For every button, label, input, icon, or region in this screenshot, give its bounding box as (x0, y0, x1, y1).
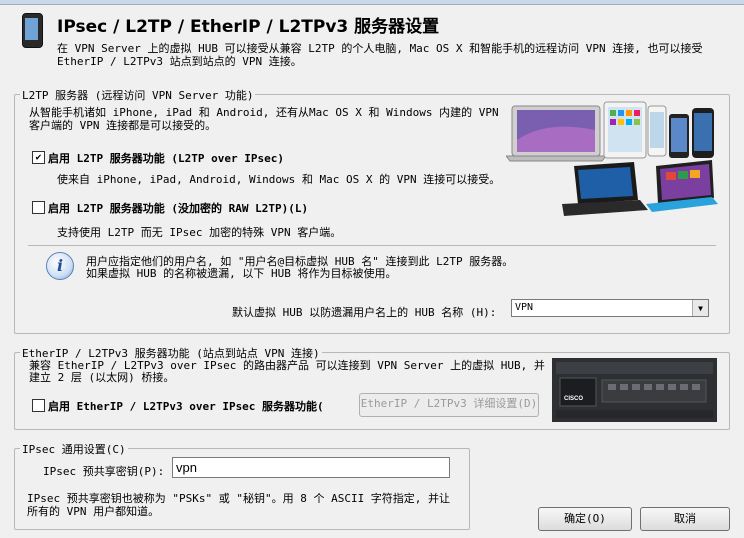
default-hub-value: VPN (515, 302, 534, 313)
window-title-bar (0, 0, 744, 5)
etherip-enable-label[interactable]: 启用 EtherIP / L2TPv3 over IPsec 服务器功能( (48, 398, 324, 414)
psk-label: IPsec 预共享密钥(P): (43, 465, 165, 478)
ok-button[interactable]: 确定(O) (538, 507, 632, 531)
l2tp-ipsec-label[interactable]: 启用 L2TP 服务器功能 (L2TP over IPsec) (48, 150, 284, 166)
info-icon: i (46, 252, 74, 280)
l2tp-raw-checkbox[interactable] (32, 201, 45, 214)
page-description: 在 VPN Server 上的虚拟 HUB 可以接受从兼容 L2TP 的个人电脑… (57, 42, 703, 68)
phone-screen (25, 18, 38, 40)
router-illustration (552, 358, 717, 422)
router-image: CISCO (552, 358, 717, 422)
l2tp-ipsec-description: 使来自 iPhone, iPad, Android, Windows 和 Mac… (57, 173, 501, 186)
l2tp-intro-text: 从智能手机诸如 iPhone, iPad 和 Android, 还有从Mac O… (29, 106, 499, 132)
l2tp-ipsec-checkbox[interactable]: ✔ (32, 151, 45, 164)
ipsec-group-label: IPsec 通用设置(C) (20, 441, 128, 457)
etherip-intro-text: 兼容 EtherIP / L2TPv3 over IPsec 的路由器产品 可以… (29, 359, 545, 384)
router-brand: CISCO (564, 396, 584, 402)
page-title: IPsec / L2TP / EtherIP / L2TPv3 服务器设置 (57, 17, 440, 37)
l2tp-info-text: 用户应指定他们的用户名, 如 "用户名@目标虚拟 HUB 名" 连接到此 L2T… (86, 255, 514, 280)
etherip-detail-button[interactable]: EtherIP / L2TPv3 详细设置(D) (359, 393, 539, 417)
l2tp-raw-description: 支持使用 L2TP 而无 IPsec 加密的特殊 VPN 客户端。 (57, 226, 342, 239)
psk-input[interactable]: vpn (172, 457, 450, 478)
default-hub-label: 默认虚拟 HUB 以防遗漏用户名上的 HUB 名称 (H): (232, 306, 497, 319)
chevron-down-icon[interactable]: ▼ (692, 300, 708, 316)
devices-illustration (506, 101, 718, 216)
psk-note: IPsec 预共享密钥也被称为 "PSKs" 或 "秘钥"。用 8 个 ASCI… (27, 492, 451, 518)
etherip-checkbox[interactable] (32, 399, 45, 412)
default-hub-select[interactable]: VPN ▼ (511, 299, 709, 317)
l2tp-group-label: L2TP 服务器 (远程访问 VPN Server 功能) (20, 87, 256, 103)
divider (28, 245, 716, 246)
l2tp-raw-label[interactable]: 启用 L2TP 服务器功能 (没加密的 RAW L2TP)(L) (48, 200, 308, 216)
cancel-button[interactable]: 取消 (640, 507, 730, 531)
